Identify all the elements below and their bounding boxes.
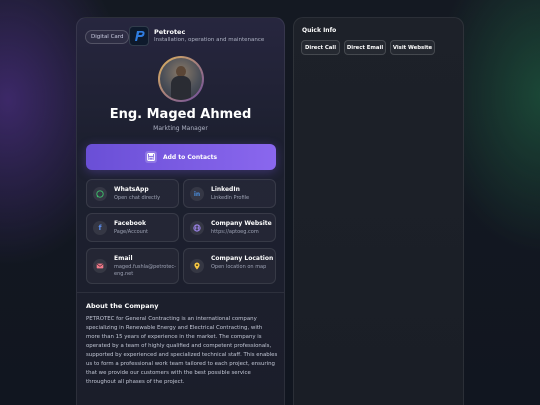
email-subtitle: maged.fushla@petrotec-eng.net (114, 264, 176, 277)
website-subtitle: https://aptoeg.com (211, 229, 259, 235)
location-pin-icon (190, 259, 204, 273)
whatsapp-title: WhatsApp (114, 186, 149, 193)
location-tile[interactable]: Company Location Open location on map (183, 248, 276, 284)
avatar (158, 56, 204, 102)
about-title: About the Company (86, 302, 159, 310)
about-text: PETROTEC for General Contracting is an i… (86, 316, 278, 385)
petrotec-logo-icon (135, 31, 145, 41)
company-tagline: Installation, operation and maintenance (154, 37, 265, 43)
whatsapp-subtitle: Open chat directly (114, 195, 161, 201)
location-title: Company Location (211, 255, 274, 262)
website-tile[interactable]: Company Website https://aptoeg.com (183, 213, 276, 242)
email-title: Email (114, 255, 133, 262)
profile-role: Markting Manager (153, 125, 208, 132)
divider (77, 292, 284, 293)
whatsapp-icon (93, 187, 107, 201)
digital-card-tag: Digital Card (85, 30, 130, 44)
add-to-contacts-button[interactable]: Add to Contacts (86, 144, 276, 170)
whatsapp-tile[interactable]: WhatsApp Open chat directly (86, 179, 179, 208)
direct-call-button[interactable]: Direct Call (301, 40, 340, 55)
profile-name: Eng. Maged Ahmed (109, 107, 252, 122)
save-contact-icon (144, 151, 157, 163)
facebook-title: Facebook (114, 220, 146, 227)
linkedin-icon: in (190, 187, 204, 201)
linkedin-subtitle: LinkedIn Profile (211, 195, 250, 201)
company-name: Petrotec (154, 28, 186, 36)
facebook-tile[interactable]: f Facebook Page/Account (86, 213, 179, 242)
quick-info-title: Quick Info (302, 27, 337, 34)
facebook-subtitle: Page/Account (114, 229, 148, 235)
linkedin-tile[interactable]: in LinkedIn LinkedIn Profile (183, 179, 276, 208)
website-title: Company Website (211, 220, 272, 227)
quick-info-panel: Quick Info Direct Call Direct Email Visi… (293, 17, 464, 405)
direct-email-button[interactable]: Direct Email (344, 40, 386, 55)
digital-card: Digital Card Petrotec Installation, oper… (76, 17, 285, 405)
visit-website-button[interactable]: Visit Website (390, 40, 435, 55)
email-tile[interactable]: Email maged.fushla@petrotec-eng.net (86, 248, 179, 284)
facebook-icon: f (93, 221, 107, 235)
location-subtitle: Open location on map (211, 264, 267, 270)
mail-icon (93, 259, 107, 273)
globe-icon (190, 221, 204, 235)
linkedin-title: LinkedIn (211, 186, 240, 193)
company-logo (129, 26, 149, 46)
add-to-contacts-label: Add to Contacts (162, 153, 218, 161)
